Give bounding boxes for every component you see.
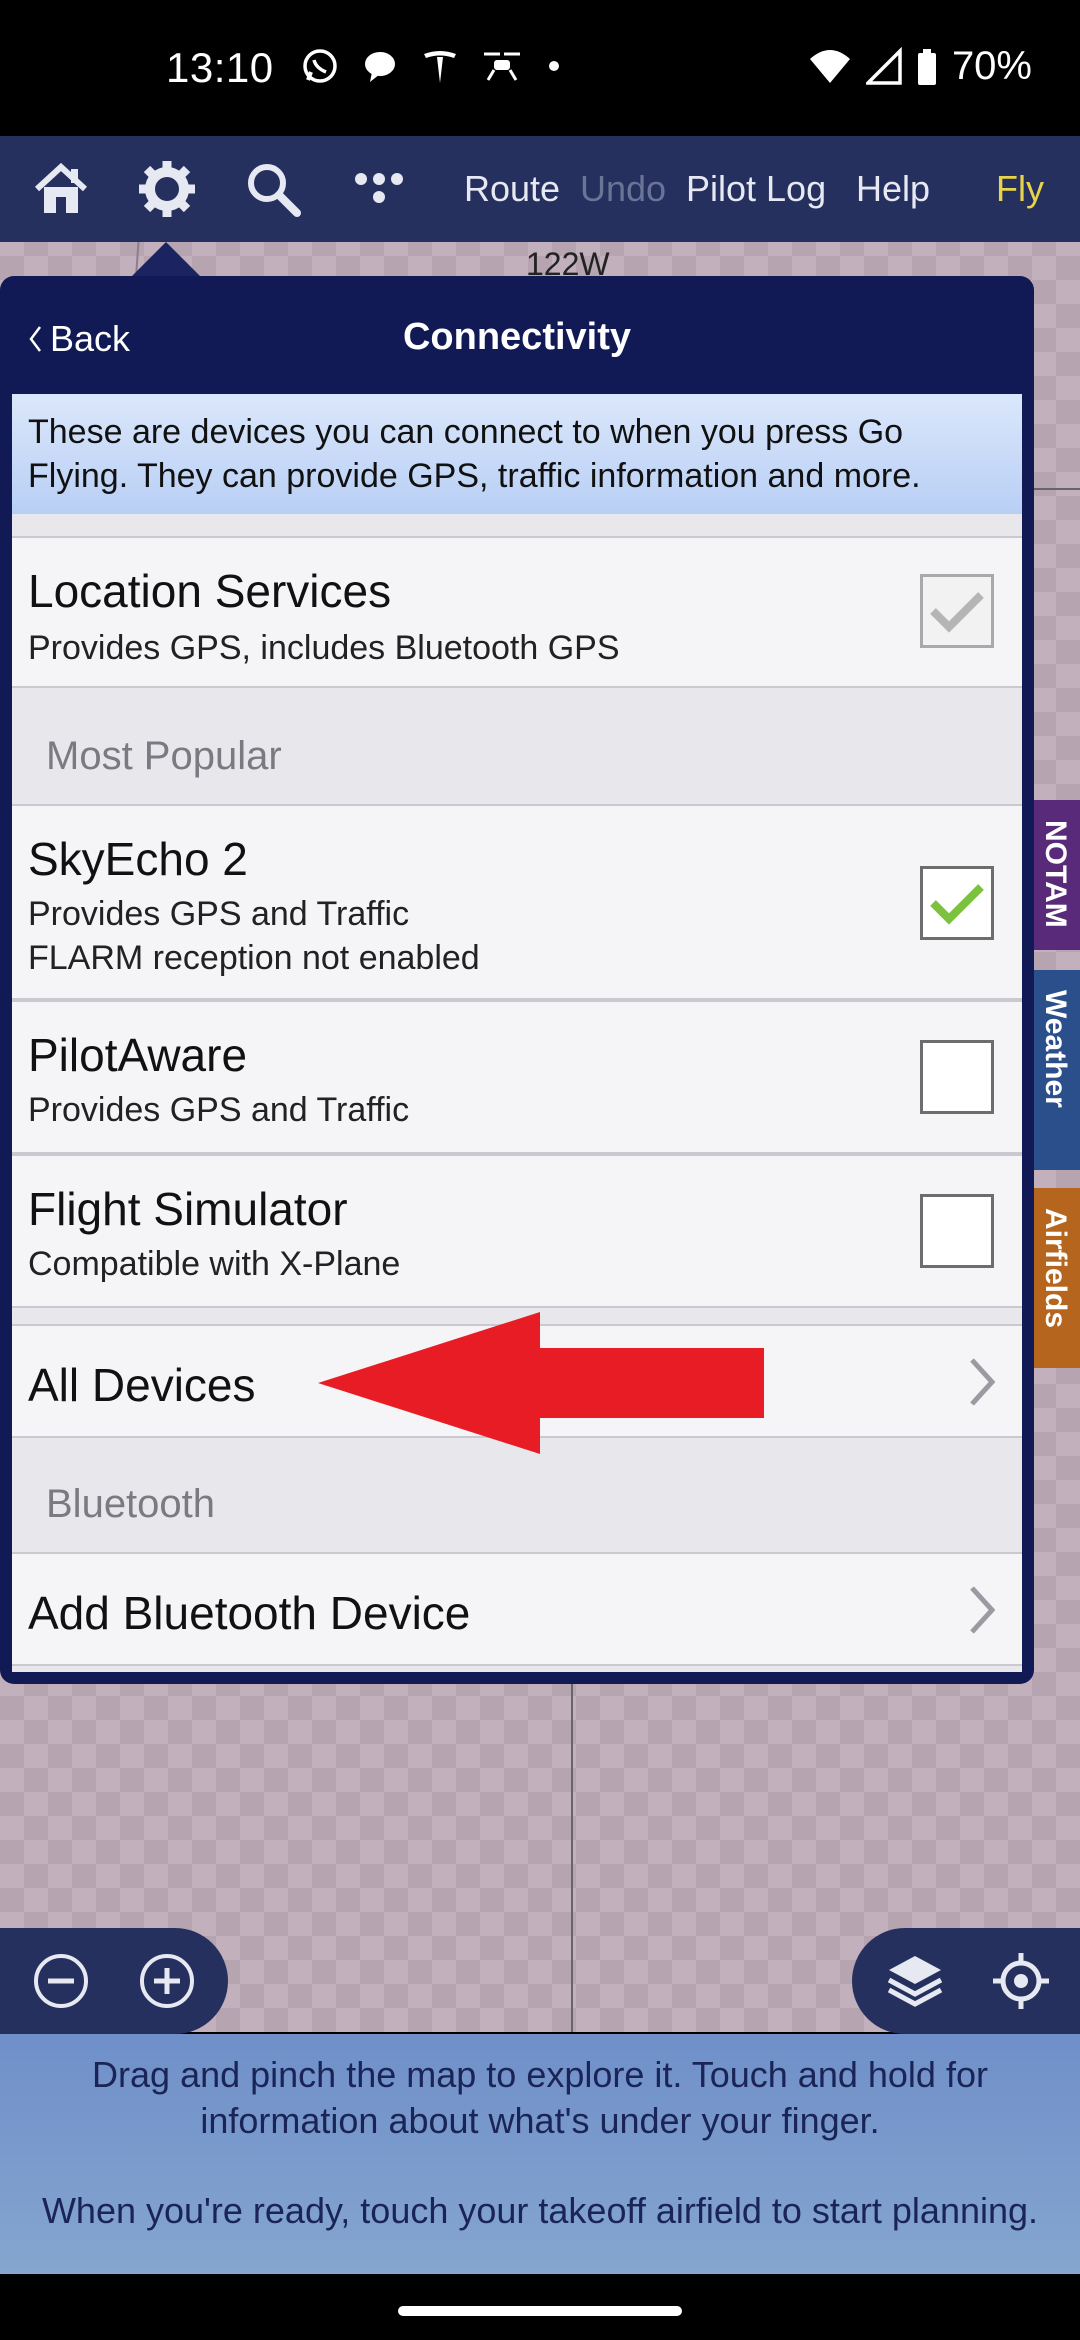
- row-title: Location Services: [28, 565, 392, 617]
- search-icon: [248, 164, 301, 217]
- side-tab-weather[interactable]: Weather: [1034, 970, 1080, 1170]
- skyecho-checkbox[interactable]: [920, 866, 994, 940]
- device-list: These are devices you can connect to whe…: [12, 394, 1022, 1672]
- help-button[interactable]: Help: [856, 168, 930, 210]
- plus-circle-icon: [140, 1954, 194, 2008]
- chevron-right-icon: [962, 1580, 1002, 1640]
- battery-icon: [917, 48, 936, 85]
- panel-header: Back Connectivity: [0, 276, 1034, 394]
- signal-icon: [865, 46, 902, 85]
- add-bluetooth-row[interactable]: Add Bluetooth Device: [12, 1552, 1022, 1666]
- top-toolbar: Route Undo Pilot Log Help Fly: [0, 136, 1080, 242]
- zoom-controls: [0, 1928, 228, 2034]
- whatsapp-icon: [303, 49, 337, 83]
- check-icon: [930, 592, 984, 633]
- layers-button[interactable]: [884, 1950, 946, 2012]
- help-text-1: Drag and pinch the map to explore it. To…: [92, 2054, 988, 2141]
- help-panel: Drag and pinch the map to explore it. To…: [0, 2034, 1080, 2274]
- fly-button[interactable]: Fly: [996, 168, 1044, 210]
- map-line: [1032, 488, 1080, 490]
- wifi-icon: [809, 49, 850, 83]
- help-text-2: When you're ready, touch your takeoff ai…: [41, 2190, 1039, 2231]
- row-subtitle: Provides GPS and Traffic: [28, 895, 410, 933]
- info-banner: These are devices you can connect to whe…: [12, 394, 1022, 514]
- location-services-row[interactable]: Location Services Provides GPS, includes…: [12, 536, 1022, 688]
- device-row-skyecho[interactable]: SkyEcho 2 Provides GPS and Traffic FLARM…: [12, 804, 1022, 1000]
- chevron-right-icon: [962, 1352, 1002, 1412]
- row-title: SkyEcho 2: [28, 833, 248, 885]
- row-title: Flight Simulator: [28, 1183, 348, 1235]
- section-most-popular: Most Popular: [46, 734, 282, 778]
- row-subtitle: Provides GPS and Traffic: [28, 1091, 410, 1129]
- undo-button: Undo: [580, 168, 667, 209]
- layers-icon: [887, 1956, 943, 2007]
- side-tab-airfields[interactable]: Airfields: [1034, 1188, 1080, 1368]
- map-controls: [852, 1928, 1080, 2034]
- pilot-log-button[interactable]: Pilot Log: [686, 168, 826, 210]
- my-location-button[interactable]: [990, 1950, 1052, 2012]
- row-subtitle: Provides GPS, includes Bluetooth GPS: [28, 629, 620, 667]
- search-button[interactable]: [238, 154, 308, 224]
- status-time: 13:10: [166, 44, 274, 91]
- row-title: Add Bluetooth Device: [28, 1587, 471, 1639]
- device-row-flight-simulator[interactable]: Flight Simulator Compatible with X-Plane: [12, 1154, 1022, 1308]
- side-tab-label: NOTAM: [1039, 820, 1072, 928]
- battery-percent: 70%: [951, 44, 1032, 88]
- notification-icons: [300, 46, 564, 86]
- navigation-bar: [0, 2274, 1080, 2340]
- dot-icon: [549, 61, 559, 71]
- row-title: PilotAware: [28, 1029, 248, 1081]
- row-subtitle-2: FLARM reception not enabled: [28, 939, 480, 977]
- chat-bubble-icon: [365, 52, 395, 82]
- section-bluetooth: Bluetooth: [46, 1482, 216, 1526]
- home-gesture-handle[interactable]: [398, 2306, 682, 2316]
- tesla-icon: [424, 51, 456, 83]
- location-services-checkbox: [920, 574, 994, 648]
- zoom-in-button[interactable]: [136, 1950, 198, 2012]
- system-icons: 70%: [808, 44, 1032, 89]
- side-tab-notam[interactable]: NOTAM: [1034, 800, 1080, 950]
- gear-icon: [139, 161, 195, 217]
- zoom-out-button[interactable]: [30, 1950, 92, 2012]
- panel-title: Connectivity: [402, 316, 632, 358]
- connectivity-panel: Back Connectivity These are devices you …: [0, 276, 1034, 1684]
- more-icon: [355, 173, 403, 203]
- home-button[interactable]: [26, 154, 96, 224]
- row-title: All Devices: [28, 1359, 256, 1411]
- row-subtitle: Compatible with X-Plane: [28, 1245, 401, 1283]
- more-button[interactable]: [344, 154, 414, 224]
- home-icon: [34, 162, 88, 213]
- map-line: [571, 1680, 573, 2032]
- settings-button[interactable]: [132, 154, 202, 224]
- route-button[interactable]: Route: [464, 168, 560, 210]
- device-row-pilotaware[interactable]: PilotAware Provides GPS and Traffic: [12, 1000, 1022, 1154]
- side-tab-label: Airfields: [1039, 1208, 1072, 1329]
- minus-circle-icon: [34, 1954, 88, 2008]
- annotation-arrow: [318, 1312, 764, 1454]
- crosshair-icon: [993, 1953, 1049, 2009]
- side-tab-label: Weather: [1039, 990, 1072, 1108]
- flight-simulator-checkbox[interactable]: [920, 1194, 994, 1268]
- check-icon: [930, 884, 984, 925]
- popover-pointer: [132, 242, 200, 276]
- drone-icon: [484, 52, 520, 81]
- pilotaware-checkbox[interactable]: [920, 1040, 994, 1114]
- status-bar: 13:10 70%: [0, 0, 1080, 136]
